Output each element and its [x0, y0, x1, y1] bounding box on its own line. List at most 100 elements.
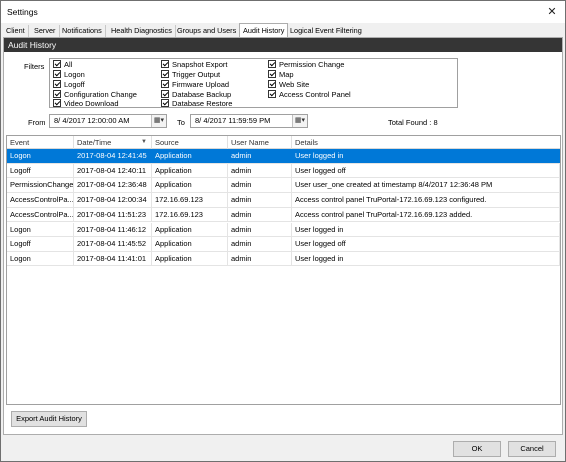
checkbox-checked-icon: [161, 80, 169, 89]
tab-client[interactable]: Client: [3, 25, 29, 37]
audit-history-grid: Event Date/Time ▼ Source User Name Detail…: [6, 135, 561, 405]
cell-event: Logon: [7, 251, 74, 266]
filters-box: All Logon Logoff Configuration Change Vi…: [49, 58, 458, 108]
cancel-button[interactable]: Cancel: [508, 441, 556, 457]
cell-user-name: admin: [228, 163, 292, 178]
cell-event: PermissionChange: [7, 178, 74, 193]
to-date-picker[interactable]: 8/ 4/2017 11:59:59 PM ▦▾: [190, 114, 308, 128]
cell-datetime: 2017-08-04 12:41:45: [74, 149, 152, 163]
checkbox-checked-icon: [53, 70, 61, 79]
export-audit-history-button[interactable]: Export Audit History: [11, 411, 87, 427]
filter-video-download-checkbox[interactable]: Video Download: [53, 99, 119, 109]
window-title: Settings: [7, 7, 38, 17]
from-date-picker[interactable]: 8/ 4/2017 12:00:00 AM ▦▾: [49, 114, 167, 128]
checkbox-checked-icon: [161, 90, 169, 99]
cell-datetime: 2017-08-04 12:00:34: [74, 193, 152, 208]
filters-label: Filters: [24, 62, 45, 71]
cell-source: Application: [152, 222, 228, 237]
to-date-value: 8/ 4/2017 11:59:59 PM: [195, 116, 271, 125]
audit-history-panel: Audit History Filters All Logon Logoff C…: [3, 37, 563, 435]
cell-details: User logged off: [292, 237, 560, 252]
cell-details: Access control panel TruPortal-172.16.69…: [292, 207, 560, 222]
tab-health-diagnostics[interactable]: Health Diagnostics: [108, 25, 176, 37]
grid-header: Event Date/Time ▼ Source User Name Detail…: [7, 136, 560, 149]
column-header-event[interactable]: Event: [7, 136, 74, 149]
cell-details: User logged off: [292, 163, 560, 178]
cell-source: Application: [152, 251, 228, 266]
title-bar: Settings ✕: [1, 1, 565, 23]
ok-button[interactable]: OK: [453, 441, 501, 457]
tab-audit-history[interactable]: Audit History: [239, 23, 289, 37]
cell-user-name: admin: [228, 207, 292, 222]
cell-user-name: admin: [228, 193, 292, 208]
column-header-datetime[interactable]: Date/Time ▼: [74, 136, 152, 149]
cell-user-name: admin: [228, 149, 292, 163]
column-header-details[interactable]: Details: [292, 136, 560, 149]
tab-server[interactable]: Server: [31, 25, 60, 37]
table-row[interactable]: AccessControlPa... 2017-08-04 12:00:34 172…: [7, 193, 560, 208]
cell-datetime: 2017-08-04 11:45:52: [74, 237, 152, 252]
checkbox-checked-icon: [268, 60, 276, 69]
filter-access-control-panel-checkbox[interactable]: Access Control Panel: [268, 90, 351, 100]
filter-trigger-output-checkbox[interactable]: Trigger Output: [161, 70, 220, 80]
tab-logical-event-filtering[interactable]: Logical Event Filtering: [287, 25, 365, 37]
table-row[interactable]: Logon 2017-08-04 11:46:12 Application admin…: [7, 222, 560, 237]
cell-source: Application: [152, 149, 228, 163]
section-header: Audit History: [4, 38, 562, 52]
cell-event: Logoff: [7, 163, 74, 178]
checkbox-checked-icon: [53, 80, 61, 89]
filter-firmware-upload-checkbox[interactable]: Firmware Upload: [161, 80, 229, 90]
cell-details: Access control panel TruPortal-172.16.69…: [292, 193, 560, 208]
checkbox-checked-icon: [161, 60, 169, 69]
checkbox-checked-icon: [161, 99, 169, 108]
cell-datetime: 2017-08-04 11:46:12: [74, 222, 152, 237]
calendar-dropdown-icon[interactable]: ▦▾: [151, 115, 166, 127]
checkbox-checked-icon: [53, 60, 61, 69]
cell-source: 172.16.69.123: [152, 193, 228, 208]
filter-map-checkbox[interactable]: Map: [268, 70, 294, 80]
table-row[interactable]: Logoff 2017-08-04 11:45:52 Application admi…: [7, 237, 560, 252]
table-row[interactable]: PermissionChange 2017-08-04 12:36:48 Appli…: [7, 178, 560, 193]
table-row[interactable]: AccessControlPa... 2017-08-04 11:51:23 172…: [7, 207, 560, 223]
column-header-user-name[interactable]: User Name: [228, 136, 292, 149]
cell-details: User user_one created at timestamp 8/4/2…: [292, 178, 560, 193]
filter-permission-change-checkbox[interactable]: Permission Change: [268, 60, 344, 70]
table-row[interactable]: Logon 2017-08-04 11:41:01 Application admin…: [7, 251, 560, 267]
tab-notifications[interactable]: Notifications: [59, 25, 106, 37]
cell-datetime: 2017-08-04 12:40:11: [74, 163, 152, 178]
total-found-label: Total Found : 8: [388, 118, 438, 127]
table-row[interactable]: Logon 2017-08-04 12:41:45 Application admin…: [7, 149, 560, 164]
filter-logoff-checkbox[interactable]: Logoff: [53, 80, 85, 90]
close-icon[interactable]: ✕: [543, 3, 561, 21]
cell-event: Logon: [7, 149, 74, 163]
cell-datetime: 2017-08-04 12:36:48: [74, 178, 152, 193]
column-header-source[interactable]: Source: [152, 136, 228, 149]
cell-datetime: 2017-08-04 11:51:23: [74, 207, 152, 222]
cell-user-name: admin: [228, 222, 292, 237]
filter-snapshot-export-checkbox[interactable]: Snapshot Export: [161, 60, 227, 70]
cell-details: User logged in: [292, 149, 560, 163]
cell-user-name: admin: [228, 251, 292, 266]
cell-source: Application: [152, 178, 228, 193]
cell-user-name: admin: [228, 178, 292, 193]
settings-window: Settings ✕ Client Server Notifications H…: [0, 0, 566, 462]
checkbox-checked-icon: [268, 90, 276, 99]
filter-database-restore-checkbox[interactable]: Database Restore: [161, 99, 232, 109]
filter-web-site-checkbox[interactable]: Web Site: [268, 80, 309, 90]
table-row[interactable]: Logoff 2017-08-04 12:40:11 Application admi…: [7, 163, 560, 179]
from-date-value: 8/ 4/2017 12:00:00 AM: [54, 116, 130, 125]
tab-strip: Client Server Notifications Health Diagn…: [1, 23, 565, 37]
cell-event: AccessControlPa...: [7, 193, 74, 208]
checkbox-checked-icon: [268, 80, 276, 89]
sort-descending-icon: ▼: [141, 139, 147, 145]
tab-groups-and-users[interactable]: Groups and Users: [174, 25, 241, 37]
filter-logon-checkbox[interactable]: Logon: [53, 70, 85, 80]
cell-source: 172.16.69.123: [152, 207, 228, 222]
from-label: From: [28, 118, 46, 127]
cell-event: Logon: [7, 222, 74, 237]
checkbox-checked-icon: [53, 99, 61, 108]
cell-source: Application: [152, 237, 228, 252]
filter-all-checkbox[interactable]: All: [53, 60, 72, 70]
calendar-dropdown-icon[interactable]: ▦▾: [292, 115, 307, 127]
cell-source: Application: [152, 163, 228, 178]
